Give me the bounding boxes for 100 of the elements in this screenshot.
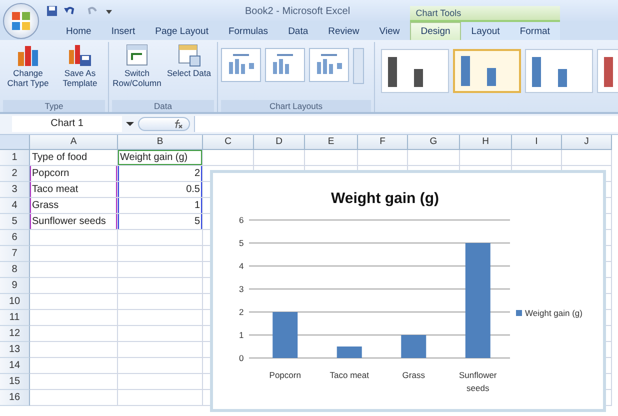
ribbon-tab[interactable]: Format <box>510 22 560 40</box>
contextual-tab-label: Chart Tools <box>410 6 560 22</box>
empty-cell[interactable] <box>118 262 203 278</box>
column-header[interactable]: B <box>118 135 203 150</box>
column-header[interactable]: G <box>408 135 460 150</box>
office-logo-icon <box>10 10 32 32</box>
empty-cell[interactable] <box>118 294 203 310</box>
category-label: Grass <box>402 370 425 380</box>
insert-function-button[interactable] <box>138 117 190 131</box>
table-cell: Sunflower seeds <box>30 214 118 230</box>
column-header[interactable]: J <box>562 135 612 150</box>
axis-tick-label: 0 <box>239 353 244 363</box>
chart-style-thumbnail[interactable] <box>525 49 593 93</box>
empty-cell[interactable] <box>118 326 203 342</box>
bar <box>272 312 298 358</box>
select-data-icon <box>176 42 202 68</box>
ribbon-tab[interactable]: Formulas <box>218 22 278 40</box>
column-header[interactable]: A <box>30 135 118 150</box>
ribbon-button[interactable]: Select Data <box>164 42 214 100</box>
empty-cell[interactable] <box>408 150 460 166</box>
axis-tick-label: 5 <box>239 238 244 248</box>
table-cell: Type of food <box>30 150 118 166</box>
row-header[interactable]: 2 <box>0 166 30 182</box>
ribbon-button[interactable]: Save As Template <box>55 42 105 100</box>
empty-cell[interactable] <box>254 150 305 166</box>
ribbon-tab[interactable]: View <box>369 22 410 40</box>
category-label: Taco meat <box>330 370 369 380</box>
chart-layout-thumbnail[interactable] <box>221 48 261 82</box>
legend-swatch-icon <box>516 310 522 316</box>
empty-cell[interactable] <box>118 310 203 326</box>
row-header[interactable]: 10 <box>0 294 30 310</box>
ribbon-tab[interactable]: Home <box>56 22 102 40</box>
row-header[interactable]: 13 <box>0 342 30 358</box>
row-header[interactable]: 1 <box>0 150 30 166</box>
chart-title: Weight gain (g) <box>330 190 440 207</box>
row-header[interactable]: 9 <box>0 278 30 294</box>
column-header[interactable]: C <box>203 135 254 150</box>
row-header[interactable]: 5 <box>0 214 30 230</box>
legend-label: Weight gain (g) <box>525 308 582 318</box>
empty-cell[interactable] <box>118 278 203 294</box>
row-header[interactable]: 6 <box>0 230 30 246</box>
column-header[interactable]: E <box>305 135 358 150</box>
name-box[interactable]: Chart 1 <box>12 116 122 132</box>
empty-cell[interactable] <box>118 358 203 374</box>
ribbon-tab[interactable]: Insert <box>101 22 146 40</box>
empty-cell[interactable] <box>562 150 612 166</box>
formula-field[interactable] <box>194 116 618 132</box>
group-label: Data <box>112 100 214 112</box>
empty-cell[interactable] <box>118 246 203 262</box>
empty-cell[interactable] <box>118 230 203 246</box>
group-label: Type <box>3 100 105 112</box>
row-header[interactable]: 3 <box>0 182 30 198</box>
column-header[interactable]: H <box>460 135 512 150</box>
table-cell: 1 <box>118 198 203 214</box>
column-header[interactable]: F <box>358 135 408 150</box>
bar <box>401 335 426 358</box>
ribbon-tab[interactable]: Data <box>278 22 318 40</box>
office-button[interactable] <box>3 3 39 39</box>
empty-cell[interactable] <box>118 342 203 358</box>
row-header[interactable]: 14 <box>0 358 30 374</box>
ribbon-button[interactable]: Change Chart Type <box>3 42 53 100</box>
table-cell: Grass <box>30 198 118 214</box>
table-cell: 5 <box>118 214 203 230</box>
row-header[interactable]: 11 <box>0 310 30 326</box>
chart-style-thumbnail[interactable] <box>453 49 521 93</box>
empty-cell[interactable] <box>118 390 203 406</box>
ribbon-tab[interactable]: Review <box>318 22 370 40</box>
empty-cell[interactable] <box>358 150 408 166</box>
table-cell: Popcorn <box>30 166 118 182</box>
row-header[interactable]: 16 <box>0 390 30 406</box>
chart-area[interactable]: Weight gain (g) 0 1 2 3 4 5 6 Popcorn Taco meat Grass Sunflower seeds Weight gain (g) <box>210 170 606 412</box>
chart-layout-thumbnail[interactable] <box>309 48 349 82</box>
row-header[interactable]: 8 <box>0 262 30 278</box>
axis-tick-label: 3 <box>239 284 244 294</box>
ribbon-tab[interactable]: Page Layout <box>145 22 218 40</box>
empty-cell[interactable] <box>512 150 562 166</box>
empty-cell[interactable] <box>460 150 512 166</box>
empty-cell[interactable] <box>305 150 358 166</box>
empty-cell[interactable] <box>118 374 203 390</box>
ribbon-tab[interactable]: Design <box>410 22 462 40</box>
table-cell: Taco meat <box>30 182 118 198</box>
chart-style-thumbnail[interactable] <box>381 49 449 93</box>
axis-tick-label: 6 <box>239 215 244 225</box>
row-header[interactable]: 4 <box>0 198 30 214</box>
axis-tick-label: 2 <box>239 307 244 317</box>
column-header[interactable]: I <box>512 135 562 150</box>
ribbon-button[interactable]: Switch Row/Column <box>112 42 162 100</box>
row-header[interactable]: 12 <box>0 326 30 342</box>
empty-cell[interactable] <box>203 150 254 166</box>
dropdown-caret-icon[interactable] <box>126 121 134 127</box>
ribbon-tab[interactable]: Layout <box>461 22 510 40</box>
window-title: Book2 - Microsoft Excel <box>245 6 350 16</box>
select-all-button[interactable] <box>0 135 30 150</box>
chart-layout-thumbnail[interactable] <box>265 48 305 82</box>
save-icon[interactable] <box>46 5 58 17</box>
row-header[interactable]: 15 <box>0 374 30 390</box>
gallery-scrollbar[interactable] <box>353 48 364 84</box>
table-cell: 2 <box>118 166 203 182</box>
row-header[interactable]: 7 <box>0 246 30 262</box>
column-header[interactable]: D <box>254 135 305 150</box>
